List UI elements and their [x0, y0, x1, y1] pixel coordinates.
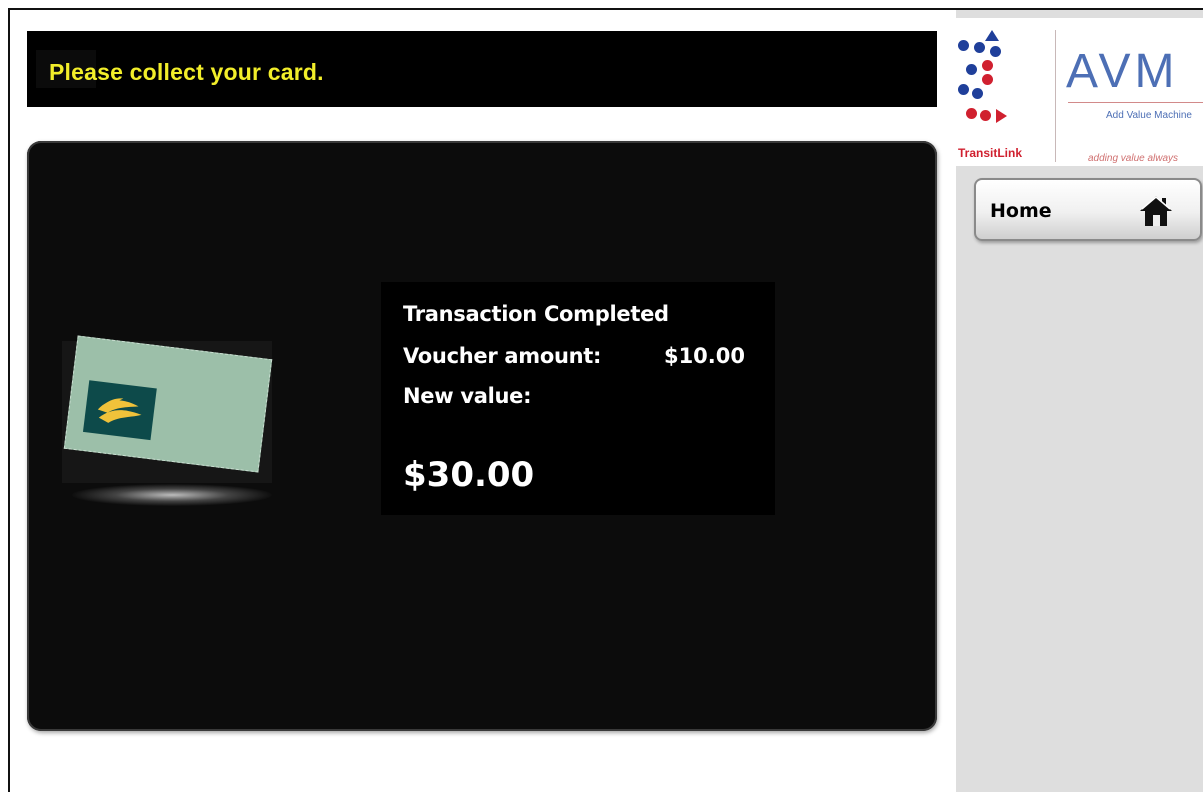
transaction-info-box: Transaction Completed Voucher amount: $1… [381, 282, 775, 515]
home-button-label: Home [990, 200, 1052, 222]
avm-rule [1068, 102, 1203, 103]
new-value-amount: $30.00 [403, 455, 535, 495]
home-icon [1140, 196, 1172, 226]
message-text: Please collect your card. [49, 59, 324, 85]
avm-tagline: adding value always [1088, 153, 1179, 164]
transaction-panel: Transaction Completed Voucher amount: $1… [27, 141, 937, 731]
card-wave-icon [97, 398, 142, 423]
logo-divider [1055, 30, 1056, 162]
home-button[interactable]: Home [974, 178, 1202, 241]
brand-logos: TransitLink AVM Add Value Machine adding… [956, 18, 1203, 166]
avm-subtitle: Add Value Machine [1106, 110, 1192, 121]
message-bar: Please collect your card. [27, 31, 937, 107]
transit-card-image [63, 335, 273, 473]
card-reflection [72, 484, 272, 506]
avm-logo-text: AVM [1066, 45, 1179, 98]
transitlink-name: TransitLink [958, 146, 1023, 160]
voucher-label: Voucher amount: [403, 344, 602, 368]
new-value-label: New value: [403, 384, 532, 408]
transaction-status: Transaction Completed [403, 302, 669, 326]
sidebar: TransitLink AVM Add Value Machine adding… [956, 10, 1203, 792]
card-illustration [62, 335, 273, 506]
voucher-amount: $10.00 [663, 344, 745, 368]
card-logo [82, 380, 157, 441]
